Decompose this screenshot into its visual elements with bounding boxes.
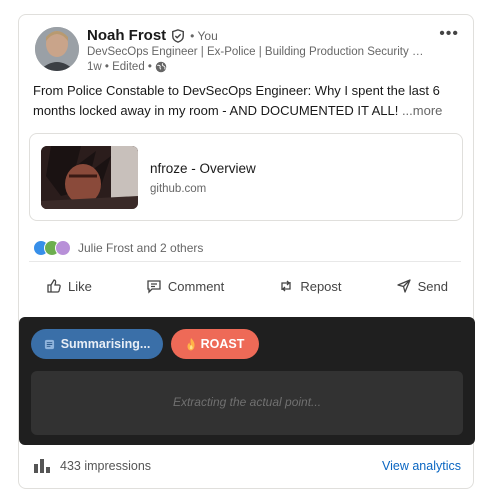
link-preview-card[interactable]: nfroze - Overview github.com [29, 133, 463, 221]
post-meta: 1w • Edited • [87, 61, 167, 73]
post-card: Noah Frost • You DevSecOps Engineer | Ex… [18, 14, 475, 489]
fire-icon [187, 337, 195, 350]
send-icon [396, 279, 411, 293]
link-preview-title: nfroze - Overview [150, 161, 256, 176]
roast-label: ROAST [200, 337, 245, 351]
post-options-icon[interactable]: ••• [439, 25, 459, 43]
reaction-icons [33, 240, 71, 256]
reactions-text: Julie Frost and 2 others [78, 241, 204, 255]
summarise-icon [44, 339, 54, 349]
impressions-count: 433 impressions [60, 459, 152, 473]
repost-icon [281, 280, 291, 292]
post-actions-bar: Like Comment Repost Send [19, 271, 475, 301]
bar-chart-icon [34, 459, 50, 473]
post-text-block: From Police Constable to DevSecOps Engin… [33, 81, 461, 121]
post-text: From Police Constable to DevSecOps Engin… [33, 83, 440, 118]
summarise-label: Summarising... [60, 337, 151, 351]
view-analytics-link[interactable]: View analytics [382, 459, 461, 473]
reactions-summary[interactable]: Julie Frost and 2 others [33, 240, 203, 256]
like-button[interactable]: Like [46, 271, 92, 301]
love-reaction-icon [55, 240, 71, 256]
link-preview-domain: github.com [150, 183, 207, 195]
divider [29, 261, 461, 262]
you-label: • You [190, 28, 218, 43]
see-more-link[interactable]: ...more [402, 103, 442, 118]
comment-button[interactable]: Comment [146, 271, 224, 301]
ai-output-placeholder: Extracting the actual point... [172, 395, 322, 409]
comment-label: Comment [167, 278, 225, 294]
author-headline: DevSecOps Engineer | Ex-Police | Buildin… [87, 46, 427, 58]
send-button[interactable]: Send [396, 271, 448, 301]
ai-output-box: Extracting the actual point... [31, 371, 463, 435]
roast-button[interactable]: ROAST [171, 329, 259, 359]
ai-summary-panel: Summarising... ROAST Extracting the actu… [19, 317, 475, 445]
link-preview-thumbnail [41, 146, 138, 209]
summarise-button[interactable]: Summarising... [31, 329, 163, 359]
repost-label: Repost [300, 278, 342, 294]
send-label: Send [417, 278, 448, 294]
globe-icon [155, 61, 167, 73]
thumbs-up-icon [47, 279, 61, 293]
repost-button[interactable]: Repost [278, 271, 342, 301]
comment-icon [147, 280, 161, 294]
verified-badge-icon [172, 28, 185, 43]
like-label: Like [68, 278, 92, 294]
author-avatar[interactable] [35, 27, 79, 71]
author-name[interactable]: Noah Frost [87, 27, 166, 44]
post-footer: 433 impressions View analytics [19, 455, 475, 475]
post-meta-text: 1w • Edited • [87, 61, 152, 73]
author-name-row: Noah Frost • You [87, 27, 218, 44]
